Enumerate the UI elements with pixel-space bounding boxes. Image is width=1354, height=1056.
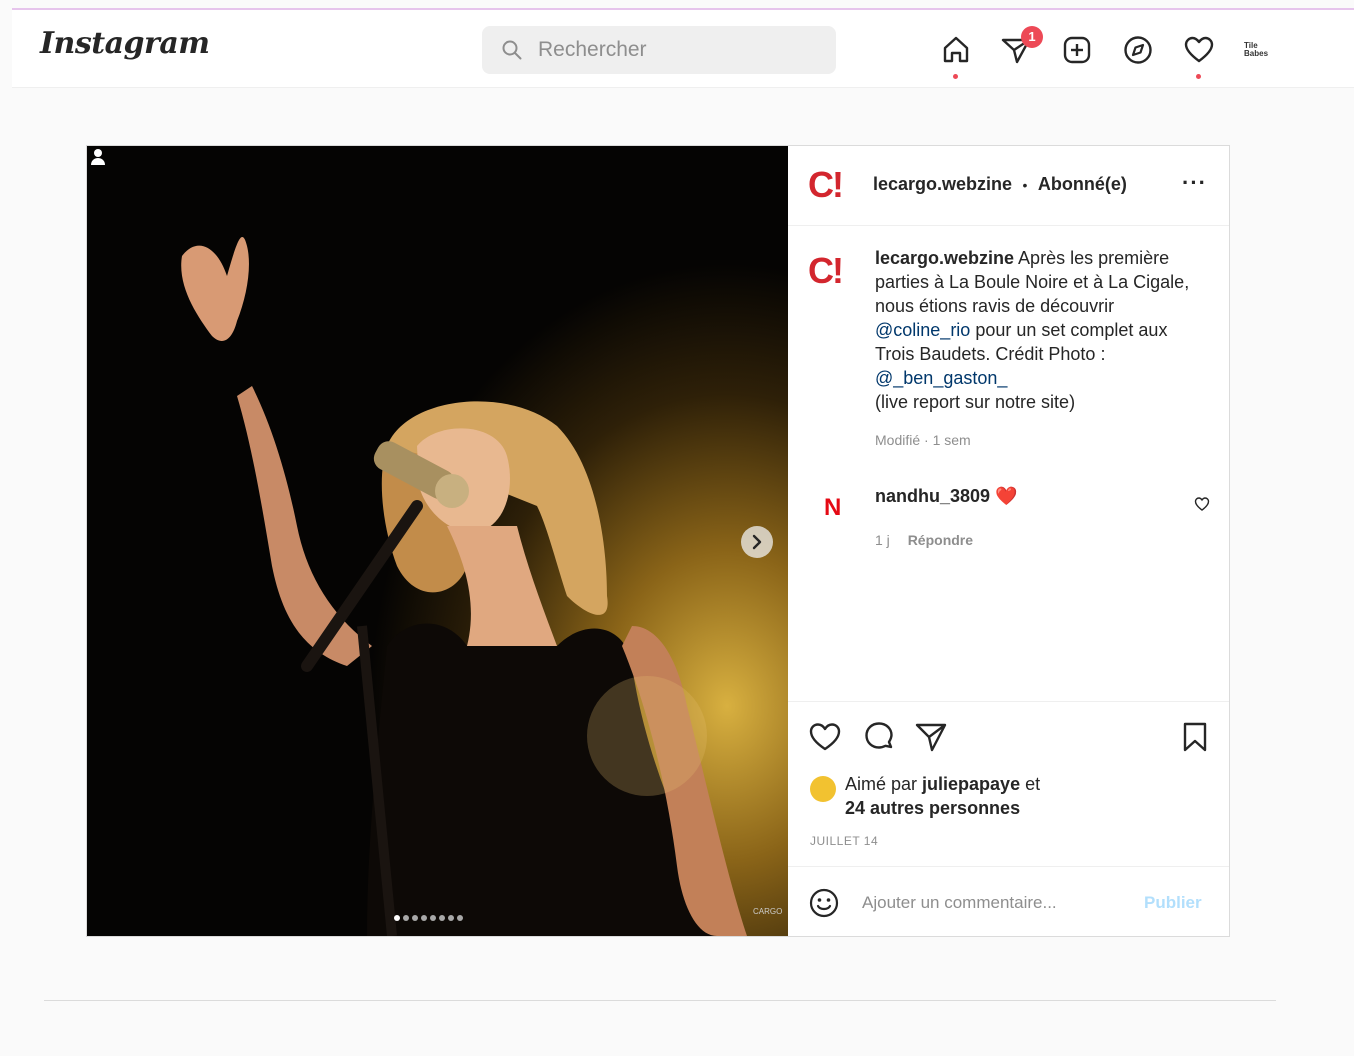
account-line: lecargo.webzine • Abonné(e) — [873, 174, 1127, 195]
separator-dot: • — [1022, 177, 1028, 193]
liker-avatar[interactable] — [810, 776, 836, 802]
post-photo[interactable]: CARGO — [87, 146, 788, 936]
comment-input[interactable] — [862, 889, 1112, 917]
search-input[interactable] — [538, 35, 818, 65]
post-actions: Aimé par juliepapaye et 24 autres person… — [788, 701, 1229, 866]
explore-icon[interactable] — [1122, 34, 1154, 66]
account-avatar[interactable]: C! — [808, 164, 844, 206]
account-username[interactable]: lecargo.webzine — [873, 174, 1012, 194]
more-options-button[interactable]: ··· — [1182, 170, 1207, 196]
new-post-icon[interactable] — [1061, 34, 1093, 66]
notification-badge: 1 — [1021, 26, 1043, 48]
follow-status[interactable]: Abonné(e) — [1038, 174, 1127, 194]
caption-meta: Modifié · 1 sem — [875, 432, 971, 448]
comment-text: ❤️ — [995, 486, 1018, 506]
comment-like-icon[interactable] — [1194, 496, 1210, 512]
likes-others[interactable]: 24 autres personnes — [845, 798, 1020, 818]
profile-avatar[interactable]: Tile Babes — [1244, 42, 1274, 58]
search-icon — [502, 40, 522, 60]
carousel-indicator — [394, 908, 466, 921]
activity-heart-icon[interactable] — [1183, 34, 1215, 66]
comment-time: 1 j — [875, 532, 890, 548]
home-active-dot — [953, 74, 958, 79]
top-nav: Instagram 1 Tile Babes — [12, 10, 1354, 88]
singer-illustration — [181, 237, 747, 936]
reply-button[interactable]: Répondre — [908, 532, 973, 548]
share-icon[interactable] — [914, 720, 948, 754]
caption-avatar[interactable]: C! — [808, 250, 844, 292]
caption-username[interactable]: lecargo.webzine — [875, 248, 1014, 268]
likes-summary: Aimé par juliepapaye et 24 autres person… — [845, 772, 1040, 820]
search-box[interactable] — [482, 26, 836, 74]
photo-watermark: CARGO — [753, 907, 783, 916]
emoji-icon[interactable] — [808, 887, 840, 919]
publish-button[interactable]: Publier — [1144, 893, 1202, 913]
carousel-next-button[interactable] — [741, 526, 773, 558]
post-date[interactable]: JUILLET 14 — [810, 834, 878, 848]
mention-coline-rio[interactable]: @coline_rio — [875, 320, 970, 340]
user-tag-icon[interactable] — [87, 146, 109, 168]
comment-meta: 1 j Répondre — [875, 532, 973, 548]
post-header: C! lecargo.webzine • Abonné(e) ··· — [788, 146, 1229, 226]
instagram-logo[interactable]: Instagram — [40, 26, 210, 61]
like-icon[interactable] — [808, 720, 842, 754]
bookmark-icon[interactable] — [1178, 720, 1212, 754]
post-card: CARGO C! lecargo.webzine • Abonné(e) ···… — [86, 145, 1230, 937]
likes-suffix: et — [1020, 774, 1041, 794]
feed-divider — [44, 1000, 1276, 1001]
mention-ben-gaston[interactable]: @_ben_gaston_ — [875, 368, 1007, 388]
chevron-right-icon — [752, 534, 762, 550]
home-icon[interactable] — [940, 34, 972, 66]
add-comment-bar: Publier — [788, 866, 1229, 936]
comment-username[interactable]: nandhu_3809 — [875, 486, 990, 506]
comment: nandhu_3809 ❤️ — [875, 486, 1017, 507]
post-caption: lecargo.webzine Après les première parti… — [875, 246, 1205, 452]
comment-icon[interactable] — [862, 720, 896, 754]
caption-text-3: (live report sur notre site) — [875, 392, 1076, 412]
post-sidebar: C! lecargo.webzine • Abonné(e) ··· C! le… — [788, 146, 1229, 936]
activity-dot — [1196, 74, 1201, 79]
likes-prefix: Aimé par — [845, 774, 923, 794]
commenter-avatar[interactable]: N — [824, 494, 841, 522]
liker-username[interactable]: juliepapaye — [922, 774, 1020, 794]
